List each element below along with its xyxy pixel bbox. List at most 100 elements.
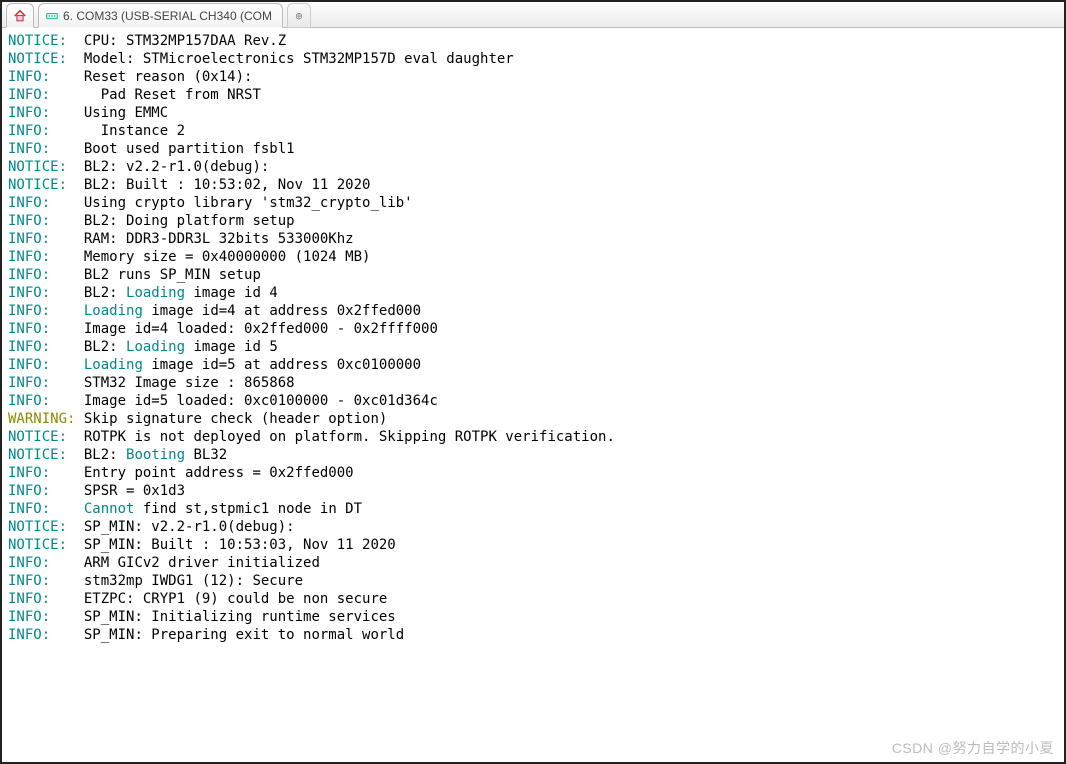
log-text: Image id=4 loaded: 0x2ffed000 - 0x2ffff0… [50, 321, 438, 337]
log-text: SP_MIN: Preparing exit to normal world [50, 627, 404, 643]
log-text: image id 4 [185, 285, 278, 301]
tab-home[interactable] [6, 3, 34, 28]
log-text [50, 501, 84, 517]
log-text: find st,stpmic1 node in DT [134, 501, 362, 517]
log-line: NOTICE: BL2: Booting BL32 [8, 446, 1058, 464]
log-line: INFO: Entry point address = 0x2ffed000 [8, 464, 1058, 482]
log-line: NOTICE: BL2: v2.2-r1.0(debug): [8, 158, 1058, 176]
log-tag: INFO: [8, 572, 50, 590]
log-text: RAM: DDR3-DDR3L 32bits 533000Khz [50, 231, 353, 247]
log-text: BL2: Doing platform setup [50, 213, 294, 229]
log-line: INFO: Image id=4 loaded: 0x2ffed000 - 0x… [8, 320, 1058, 338]
log-tag: INFO: [8, 590, 50, 608]
log-text: ROTPK is not deployed on platform. Skipp… [67, 429, 615, 445]
log-tag: INFO: [8, 392, 50, 410]
log-tag: INFO: [8, 248, 50, 266]
log-line: INFO: Loading image id=5 at address 0xc0… [8, 356, 1058, 374]
log-text: BL2: [50, 285, 126, 301]
log-line: INFO: Memory size = 0x40000000 (1024 MB) [8, 248, 1058, 266]
log-tag: INFO: [8, 554, 50, 572]
log-tag: INFO: [8, 500, 50, 518]
log-tag: WARNING: [8, 410, 75, 428]
log-text: image id 5 [185, 339, 278, 355]
log-tag: NOTICE: [8, 176, 67, 194]
log-text: BL2: v2.2-r1.0(debug): [67, 159, 269, 175]
log-line: INFO: Loading image id=4 at address 0x2f… [8, 302, 1058, 320]
log-text: Loading [84, 303, 143, 319]
log-text: Memory size = 0x40000000 (1024 MB) [50, 249, 370, 265]
home-icon [13, 9, 27, 23]
log-text: Image id=5 loaded: 0xc0100000 - 0xc01d36… [50, 393, 438, 409]
log-tag: INFO: [8, 356, 50, 374]
tab-serial[interactable]: 6. COM33 (USB-SERIAL CH340 (COM [38, 3, 283, 28]
tab-serial-title: 6. COM33 (USB-SERIAL CH340 (COM [63, 9, 272, 23]
log-tag: INFO: [8, 464, 50, 482]
log-text: Using EMMC [50, 105, 168, 121]
log-tag: INFO: [8, 86, 50, 104]
log-text: Model: STMicroelectronics STM32MP157D ev… [67, 51, 514, 67]
log-text: Loading [126, 285, 185, 301]
log-text: image id=5 at address 0xc0100000 [143, 357, 421, 373]
log-text: Using crypto library 'stm32_crypto_lib' [50, 195, 412, 211]
log-text: STM32 Image size : 865868 [50, 375, 294, 391]
log-text: BL2: [50, 339, 126, 355]
log-text: BL2: [67, 447, 126, 463]
log-text: SP_MIN: Initializing runtime services [50, 609, 396, 625]
tab-bar: 6. COM33 (USB-SERIAL CH340 (COM ⊕ [2, 2, 1064, 28]
log-line: INFO: stm32mp IWDG1 (12): Secure [8, 572, 1058, 590]
log-line: INFO: SP_MIN: Preparing exit to normal w… [8, 626, 1058, 644]
log-text: BL2: Built : 10:53:02, Nov 11 2020 [67, 177, 370, 193]
log-text: Pad Reset from NRST [50, 87, 261, 103]
log-text: SP_MIN: Built : 10:53:03, Nov 11 2020 [67, 537, 396, 553]
log-line: INFO: Using EMMC [8, 104, 1058, 122]
log-tag: INFO: [8, 482, 50, 500]
log-tag: INFO: [8, 608, 50, 626]
new-tab-button[interactable]: ⊕ [287, 3, 311, 28]
log-text [50, 357, 84, 373]
log-text: Instance 2 [50, 123, 185, 139]
log-tag: INFO: [8, 104, 50, 122]
log-tag: INFO: [8, 626, 50, 644]
log-tag: NOTICE: [8, 32, 67, 50]
log-tag: INFO: [8, 212, 50, 230]
log-text: Booting [126, 447, 185, 463]
log-text: Skip signature check (header option) [75, 411, 387, 427]
log-line: INFO: STM32 Image size : 865868 [8, 374, 1058, 392]
log-line: NOTICE: SP_MIN: Built : 10:53:03, Nov 11… [8, 536, 1058, 554]
log-tag: NOTICE: [8, 428, 67, 446]
log-line: INFO: Using crypto library 'stm32_crypto… [8, 194, 1058, 212]
log-text: Boot used partition fsbl1 [50, 141, 294, 157]
log-text: BL2 runs SP_MIN setup [50, 267, 261, 283]
log-tag: NOTICE: [8, 536, 67, 554]
terminal-output[interactable]: NOTICE: CPU: STM32MP157DAA Rev.ZNOTICE: … [2, 28, 1064, 762]
log-tag: INFO: [8, 122, 50, 140]
log-line: INFO: BL2: Doing platform setup [8, 212, 1058, 230]
log-line: INFO: ARM GICv2 driver initialized [8, 554, 1058, 572]
log-line: INFO: SP_MIN: Initializing runtime servi… [8, 608, 1058, 626]
log-text [50, 303, 84, 319]
log-text: Cannot [84, 501, 135, 517]
log-tag: NOTICE: [8, 158, 67, 176]
plus-icon: ⊕ [295, 9, 302, 23]
log-tag: NOTICE: [8, 446, 67, 464]
log-tag: INFO: [8, 374, 50, 392]
log-text: Entry point address = 0x2ffed000 [50, 465, 353, 481]
log-text: Loading [84, 357, 143, 373]
log-tag: INFO: [8, 266, 50, 284]
log-tag: INFO: [8, 140, 50, 158]
log-line: WARNING: Skip signature check (header op… [8, 410, 1058, 428]
log-line: INFO: Pad Reset from NRST [8, 86, 1058, 104]
log-line: INFO: BL2: Loading image id 4 [8, 284, 1058, 302]
log-text: image id=4 at address 0x2ffed000 [143, 303, 421, 319]
log-text: SP_MIN: v2.2-r1.0(debug): [67, 519, 295, 535]
log-line: INFO: Reset reason (0x14): [8, 68, 1058, 86]
log-tag: INFO: [8, 320, 50, 338]
log-line: INFO: ETZPC: CRYP1 (9) could be non secu… [8, 590, 1058, 608]
log-tag: NOTICE: [8, 50, 67, 68]
log-text: SPSR = 0x1d3 [50, 483, 185, 499]
log-line: INFO: RAM: DDR3-DDR3L 32bits 533000Khz [8, 230, 1058, 248]
log-line: INFO: BL2: Loading image id 5 [8, 338, 1058, 356]
log-text: ETZPC: CRYP1 (9) could be non secure [50, 591, 387, 607]
log-text: Reset reason (0x14): [50, 69, 252, 85]
log-line: NOTICE: SP_MIN: v2.2-r1.0(debug): [8, 518, 1058, 536]
